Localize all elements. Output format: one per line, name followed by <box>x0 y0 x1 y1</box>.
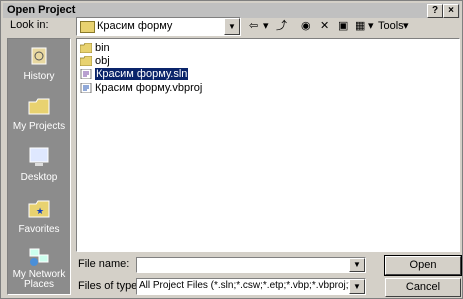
vbproj-file-icon <box>80 83 92 94</box>
place-history[interactable]: History <box>8 41 70 89</box>
title-bar: Open Project ? × <box>3 3 460 18</box>
place-label-my-network-places: My Network Places <box>12 269 66 290</box>
place-label-favorites: Favorites <box>18 224 60 235</box>
open-project-dialog: Open Project ? × Look in: Красим форму ▼… <box>0 0 463 299</box>
look-in-value: Красим форму <box>97 20 173 32</box>
favorites-icon: ★ <box>28 200 50 218</box>
place-favorites[interactable]: ★ Favorites <box>8 194 70 242</box>
folder-icon <box>80 56 92 67</box>
back-caret-icon[interactable]: ▾ <box>263 18 269 34</box>
place-label-history: History <box>23 71 55 82</box>
folder-icon <box>80 21 95 33</box>
list-item[interactable]: bin <box>80 41 110 55</box>
open-button[interactable]: Open <box>384 255 462 276</box>
list-item[interactable]: Красим форму.vbproj <box>80 81 202 95</box>
file-type-dropdown[interactable]: All Project Files (*.sln;*.csw;*.etp;*.v… <box>136 278 366 295</box>
place-desktop[interactable]: Desktop <box>8 142 70 190</box>
look-in-label: Look in: <box>10 19 49 31</box>
look-in-dropdown[interactable]: Красим форму ▼ <box>76 17 241 36</box>
chevron-down-icon[interactable]: ▼ <box>349 258 365 272</box>
folder-icon <box>80 43 92 54</box>
my-projects-icon <box>28 98 50 115</box>
cancel-button[interactable]: Cancel <box>385 278 461 297</box>
chevron-down-icon[interactable]: ▼ <box>349 279 365 294</box>
svg-text:★: ★ <box>36 207 44 217</box>
list-item-selected[interactable]: Красим форму.sln <box>80 67 189 81</box>
file-name: Красим форму.vbproj <box>95 82 203 94</box>
help-button[interactable]: ? <box>427 4 443 18</box>
file-list[interactable]: bin obj Красим форму.sln Красим форму.vb… <box>76 38 460 252</box>
file-name: bin <box>95 42 110 54</box>
places-bar: History My Projects Desktop ★ Favorites … <box>7 38 71 295</box>
place-label-desktop: Desktop <box>20 172 58 183</box>
file-name-input[interactable]: ▼ <box>136 257 366 273</box>
tools-menu[interactable]: Tools <box>378 18 404 34</box>
file-type-label: Files of type: <box>78 280 141 292</box>
views-caret-icon[interactable]: ▾ <box>368 18 374 34</box>
place-label-my-projects: My Projects <box>12 121 66 132</box>
search-web-icon[interactable]: ◉ <box>301 18 311 34</box>
dialog-title: Open Project <box>7 4 76 16</box>
desktop-icon <box>29 147 49 166</box>
place-my-projects[interactable]: My Projects <box>8 91 70 139</box>
views-icon[interactable]: ▦ <box>355 18 365 34</box>
new-folder-icon[interactable]: ▣ <box>338 18 348 34</box>
network-places-icon <box>29 248 49 266</box>
file-name: obj <box>95 55 110 67</box>
file-name: Красим форму.sln <box>95 68 189 80</box>
close-button[interactable]: × <box>443 4 459 18</box>
up-one-level-icon[interactable]: ⤴ <box>276 18 287 34</box>
tools-caret-icon[interactable]: ▾ <box>403 18 409 34</box>
solution-file-icon <box>80 69 92 80</box>
file-name-label: File name: <box>78 258 130 270</box>
file-type-value: All Project Files (*.sln;*.csw;*.etp;*.v… <box>139 280 366 291</box>
list-item[interactable]: obj <box>80 54 110 68</box>
place-my-network-places[interactable]: My Network Places <box>8 242 70 290</box>
chevron-down-icon[interactable]: ▼ <box>224 18 240 35</box>
back-icon[interactable]: ⇦ <box>249 18 258 34</box>
delete-icon[interactable]: ✕ <box>320 18 329 34</box>
history-icon <box>31 47 47 65</box>
